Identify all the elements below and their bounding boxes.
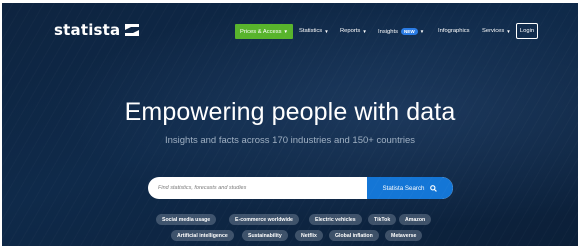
logo-mark-icon bbox=[125, 24, 140, 36]
hero-headline: Empowering people with data bbox=[124, 98, 456, 126]
tag-netflix[interactable]: Netflix bbox=[295, 230, 323, 241]
nav-item-insights[interactable]: Insights NEW ▼ bbox=[378, 28, 424, 35]
chevron-down-icon: ▼ bbox=[419, 29, 425, 34]
chevron-down-icon: ▼ bbox=[324, 28, 329, 34]
tag-electric-vehicles[interactable]: Electric vehicles bbox=[309, 214, 362, 225]
prices-access-label: Prices & Access bbox=[239, 28, 282, 35]
search-bar: Statista Search bbox=[148, 177, 453, 199]
chevron-down-icon: ▼ bbox=[283, 29, 289, 34]
login-button[interactable]: Login bbox=[516, 23, 538, 39]
nav-item-label: Infographics bbox=[438, 28, 470, 34]
tag-e-commerce-worldwide[interactable]: E-commerce worldwide bbox=[229, 214, 299, 225]
nav-item-label: Reports bbox=[340, 28, 361, 34]
chevron-down-icon: ▼ bbox=[506, 28, 511, 34]
nav-item-infographics[interactable]: Infographics bbox=[438, 28, 470, 34]
tag-amazon[interactable]: Amazon bbox=[399, 214, 432, 225]
prices-access-button[interactable]: Prices & Access ▼ bbox=[235, 24, 293, 39]
nav-item-reports[interactable]: Reports ▼ bbox=[340, 28, 367, 34]
statista-search-button[interactable]: Statista Search bbox=[367, 177, 453, 199]
nav-item-label: Services bbox=[482, 28, 505, 34]
statista-logo[interactable]: statista bbox=[54, 21, 140, 39]
nav-item-label: Statistics bbox=[299, 28, 323, 34]
nav-item-services[interactable]: Services ▼ bbox=[482, 28, 511, 34]
tag-artificial-intelligence[interactable]: Artificial intelligence bbox=[171, 230, 234, 241]
hero-section: statista Prices & Access ▼ Statistics ▼ … bbox=[2, 3, 578, 246]
nav-item-statistics[interactable]: Statistics ▼ bbox=[299, 28, 329, 34]
search-button-label: Statista Search bbox=[382, 184, 425, 192]
tag-social-media-usage[interactable]: Social media usage bbox=[156, 214, 217, 225]
screenshot-frame: statista Prices & Access ▼ Statistics ▼ … bbox=[0, 0, 584, 249]
hero-subline: Insights and facts across 170 industries… bbox=[164, 135, 416, 146]
top-navigation: statista Prices & Access ▼ Statistics ▼ … bbox=[2, 3, 578, 55]
tag-global-inflation[interactable]: Global inflation bbox=[329, 230, 379, 241]
logo-text: statista bbox=[54, 21, 121, 39]
tag-tiktok[interactable]: TikTok bbox=[368, 214, 397, 225]
search-icon bbox=[430, 184, 438, 192]
chevron-down-icon: ▼ bbox=[362, 28, 367, 34]
tag-sustainability[interactable]: Sustainability bbox=[242, 230, 288, 241]
nav-item-label: Insights bbox=[378, 28, 398, 35]
new-badge: NEW bbox=[400, 28, 418, 35]
tag-metaverse[interactable]: Metaverse bbox=[385, 230, 423, 241]
search-input[interactable] bbox=[158, 177, 358, 199]
